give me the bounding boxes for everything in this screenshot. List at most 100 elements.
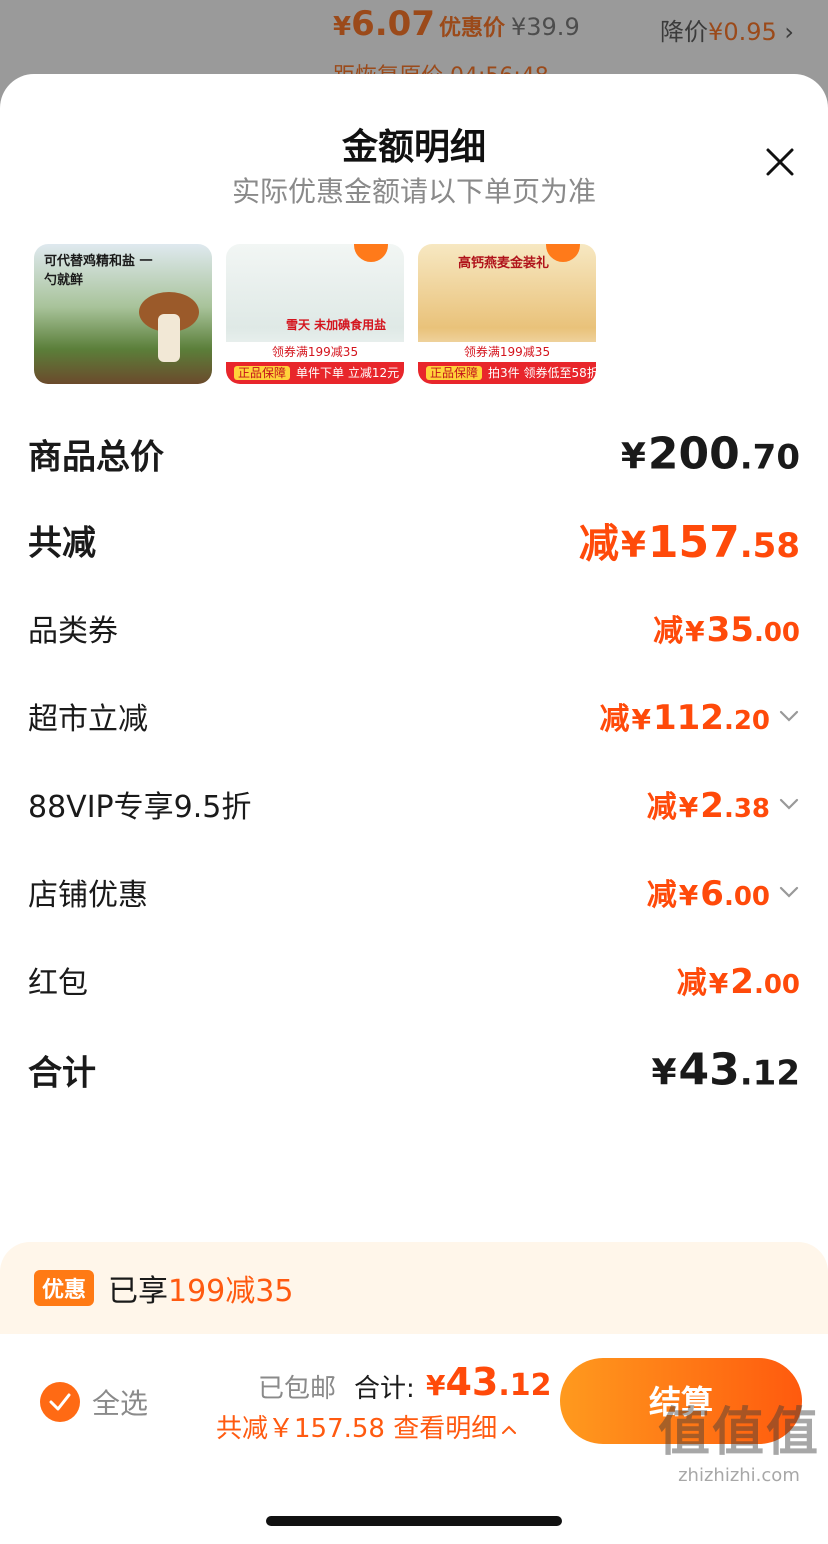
promo-text: 已享199减35 [108, 1266, 293, 1310]
background-price-yen: ¥ [333, 12, 352, 42]
promo-tag: 优惠 [34, 1270, 95, 1306]
product-coupon-strip: 领券满199减35 [226, 342, 404, 362]
product-caption: 正品保障 拍3件 领券低至58折 [418, 362, 596, 384]
chevron-down-icon[interactable] [778, 793, 800, 815]
footer-total-label: 合计: [354, 1374, 415, 1404]
yen-symbol: ¥ [685, 615, 705, 648]
product-thumb-3[interactable]: 高钙燕麦金装礼 领券满199减35 正品保障 拍3件 领券低至58折 [418, 244, 596, 384]
row-market-reduce[interactable]: 超市立减 减¥112.20 [28, 686, 800, 746]
watermark-url: zhizhizhi.com [678, 1465, 800, 1486]
price-drop-label: 降价 [660, 18, 709, 46]
promo-highlight: 199减35 [168, 1274, 294, 1309]
yen-symbol: ¥ [678, 879, 699, 912]
product-coupon-strip: 领券满199减35 [418, 342, 596, 362]
row-amount: ¥200.70 [619, 429, 800, 480]
view-details-link[interactable]: 共减￥157.58 查看明细 [216, 1408, 517, 1445]
row-red-packet: 红包 减¥2.00 [28, 950, 800, 1010]
amount-int: 43 [678, 1044, 740, 1096]
watermark: 值值值 zhizhizhi.com [658, 1390, 820, 1486]
reduce-prefix: 减 [599, 702, 630, 737]
product-caption: 正品保障 单件下单 立减12元 [226, 362, 404, 384]
background-price-label: 优惠价 [438, 16, 505, 41]
amount-int: 200 [647, 428, 740, 480]
background-price: ¥6.07 优惠价 ¥39.9 [333, 4, 580, 44]
amount-dec: .20 [723, 706, 770, 736]
row-label: 商品总价 [28, 437, 164, 478]
row-subtotal: 商品总价 ¥200.70 [28, 424, 800, 484]
row-label: 共减 [28, 523, 96, 564]
chevron-down-icon[interactable] [778, 881, 800, 903]
yen-symbol: ¥ [631, 703, 651, 736]
yen-symbol: ¥ [651, 1052, 677, 1094]
sheet-subtitle: 实际优惠金额请以下单页为准 [231, 175, 596, 208]
price-drop-value: ¥0.95 [708, 18, 777, 46]
reduce-prefix: 减 [578, 521, 619, 567]
amount-int: 2 [700, 786, 724, 826]
product-thumb-1[interactable]: 可代替鸡精和盐 一勺就鲜 [34, 244, 212, 384]
row-amount: 减¥6.00 [647, 870, 770, 914]
authentic-tag: 正品保障 [234, 366, 291, 380]
amount-int: 2 [730, 962, 754, 1002]
checkmark-icon [49, 1393, 71, 1411]
amount-int: 35 [706, 610, 754, 650]
background-original-price: ¥39.9 [511, 13, 580, 41]
yen-symbol: ¥ [678, 791, 699, 824]
amount-dec: .00 [753, 618, 800, 648]
row-label: 品类券 [28, 614, 118, 649]
amount-int: 112 [652, 698, 724, 738]
savings-text: 共减￥157.58 查看明细 [216, 1414, 498, 1444]
footer-total-value: ¥43.12 [426, 1360, 552, 1404]
row-amount: 减¥2.38 [647, 782, 770, 826]
reduce-prefix: 减 [653, 614, 684, 649]
product-caption-text: 拍3件 领券低至58折 [488, 366, 596, 380]
sheet-title: 金额明细 [341, 127, 486, 168]
promo-banner: 优惠 已享199减35 [0, 1242, 828, 1334]
amount-int: 6 [700, 874, 724, 914]
product-badge [546, 244, 580, 262]
row-amount: 减¥157.58 [579, 511, 800, 569]
row-amount: ¥43.12 [649, 1045, 800, 1096]
close-icon[interactable] [762, 144, 798, 180]
row-label: 合计 [28, 1053, 96, 1094]
product-thumbnails: 可代替鸡精和盐 一勺就鲜 雪天 未加碘食用盐 领券满199减35 正品保障 单件下… [34, 244, 814, 384]
amount-int: 43 [445, 1360, 499, 1404]
product-thumb-name: 可代替鸡精和盐 一勺就鲜 [44, 254, 153, 288]
authentic-tag: 正品保障 [426, 366, 483, 380]
yen-symbol: ¥ [620, 525, 646, 566]
select-all-checkbox[interactable] [40, 1382, 80, 1422]
amount-detail-sheet: 金额明细 实际优惠金额请以下单页为准 可代替鸡精和盐 一勺就鲜 雪天 未加碘食用… [0, 74, 828, 1544]
row-amount: 减¥2.00 [677, 958, 800, 1002]
select-all-label[interactable]: 全选 [92, 1382, 148, 1422]
row-label: 红包 [28, 966, 88, 1001]
chevron-up-icon [502, 1425, 517, 1434]
reduce-prefix: 减 [676, 966, 707, 1001]
row-amount: 减¥35.00 [653, 606, 800, 650]
yen-symbol: ¥ [620, 436, 646, 478]
shipping-free: 已包邮 [258, 1374, 337, 1404]
amount-dec: .58 [739, 526, 800, 566]
amount-dec: .12 [739, 1053, 800, 1094]
chevron-down-icon[interactable] [778, 705, 800, 727]
yen-symbol: ¥ [426, 1369, 446, 1402]
row-store-discount[interactable]: 店铺优惠 减¥6.00 [28, 862, 800, 922]
amount-dec: .12 [498, 1368, 552, 1403]
row-amount: 减¥112.20 [599, 694, 770, 738]
row-label: 88VIP专享9.5折 [28, 790, 252, 825]
product-thumb-name: 高钙燕麦金装礼 [458, 256, 550, 271]
watermark-logo: 值值值 [657, 1403, 820, 1463]
amount-dec: .38 [723, 794, 770, 824]
product-thumb-name: 雪天 未加碘食用盐 [286, 318, 387, 332]
amount-int: 157 [647, 517, 740, 568]
row-label: 超市立减 [28, 702, 148, 737]
mushroom-icon [139, 292, 199, 362]
background-price-drop: 降价¥0.95 › [660, 18, 794, 46]
product-caption-text: 单件下单 立减12元 [296, 366, 400, 380]
reduce-prefix: 减 [646, 878, 677, 913]
row-total-reduce: 共减 减¥157.58 [28, 510, 800, 570]
row-label: 店铺优惠 [28, 878, 148, 913]
row-vip-discount[interactable]: 88VIP专享9.5折 减¥2.38 [28, 774, 800, 834]
product-badge [354, 244, 388, 262]
product-thumb-2[interactable]: 雪天 未加碘食用盐 领券满199减35 正品保障 单件下单 立减12元 [226, 244, 404, 384]
amount-dec: .00 [723, 882, 770, 912]
promo-prefix: 已享 [108, 1274, 168, 1309]
